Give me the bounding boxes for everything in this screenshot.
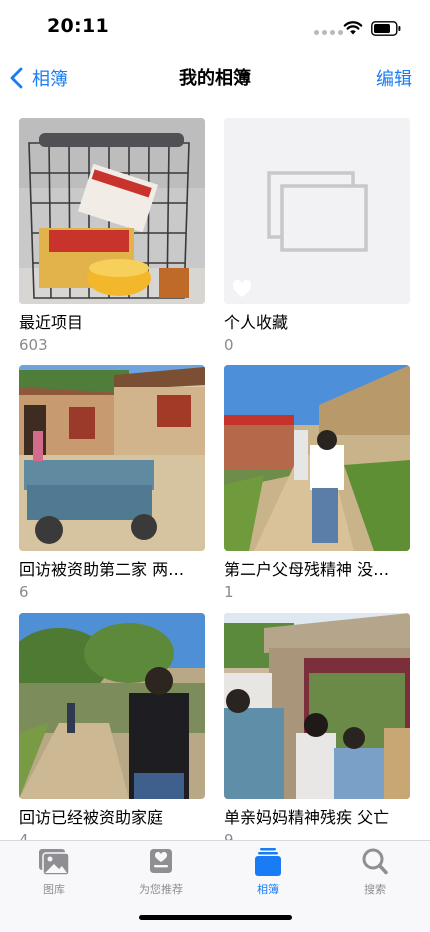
- heart-icon: [232, 280, 252, 298]
- album-count: 0: [224, 336, 234, 354]
- album-revisit-funded-families[interactable]: 回访已经被资助家庭 4: [19, 613, 205, 840]
- album-thumbnail: [19, 365, 205, 551]
- album-title: 最近项目: [19, 313, 84, 332]
- tab-label: 图库: [43, 883, 65, 896]
- tab-label: 搜索: [364, 883, 386, 896]
- tab-library[interactable]: 图库: [9, 847, 99, 897]
- tab-albums[interactable]: 相簿: [223, 847, 313, 897]
- album-revisit-second-family[interactable]: 回访被资助第二家 两… 6: [19, 365, 205, 601]
- edit-button[interactable]: 编辑: [376, 65, 412, 91]
- album-thumbnail: [224, 613, 410, 799]
- album-count: 4: [19, 831, 29, 840]
- shopping-cart-photo: [19, 118, 205, 304]
- album-thumbnail: [224, 118, 410, 304]
- album-title: 回访被资助第二家 两…: [19, 560, 185, 579]
- album-title: 单亲妈妈精神残疾 父亡: [224, 808, 390, 827]
- search-icon: [362, 848, 388, 875]
- tab-for-you[interactable]: 为您推荐: [116, 847, 206, 897]
- navigation-bar: 相簿 我的相簿 编辑: [0, 56, 430, 100]
- page-title: 我的相簿: [179, 68, 251, 89]
- album-second-household[interactable]: 第二户父母残精神 没… 1: [224, 365, 410, 601]
- album-title: 个人收藏: [224, 313, 289, 332]
- albums-icon: [255, 848, 281, 876]
- album-count: 9: [224, 831, 234, 840]
- album-recents[interactable]: 最近项目 603: [19, 118, 205, 354]
- battery-icon: [371, 21, 401, 36]
- tab-label: 为您推荐: [139, 883, 183, 896]
- album-thumbnail: [224, 365, 410, 551]
- wifi-icon: [343, 21, 363, 35]
- status-time: 20:11: [47, 15, 109, 37]
- album-count: 1: [224, 583, 234, 601]
- village-path-photo: [224, 365, 410, 551]
- album-thumbnail: [19, 613, 205, 799]
- courtyard-photo: [19, 365, 205, 551]
- rural-walk-photo: [19, 613, 205, 799]
- signal-icon: [314, 30, 343, 35]
- tab-label: 相簿: [257, 883, 279, 896]
- photo-library-icon: [39, 849, 70, 876]
- empty-album-placeholder: [224, 118, 410, 304]
- album-single-mother[interactable]: 单亲妈妈精神残疾 父亡 9: [224, 613, 410, 840]
- gate-visit-photo: [224, 613, 410, 799]
- album-title: 第二户父母残精神 没…: [224, 560, 390, 579]
- album-favorites[interactable]: 个人收藏 0: [224, 118, 410, 354]
- album-count: 6: [19, 583, 29, 601]
- for-you-icon: [150, 849, 172, 873]
- status-bar: 20:11: [0, 0, 430, 56]
- home-indicator[interactable]: [139, 915, 292, 920]
- album-thumbnail: [19, 118, 205, 304]
- album-count: 603: [19, 336, 48, 354]
- tab-search[interactable]: 搜索: [330, 847, 420, 897]
- album-grid: 最近项目 603 个人收藏 0 回访被资助第二家 两… 6 第二户父母残精神 没…: [0, 118, 430, 840]
- album-title: 回访已经被资助家庭: [19, 808, 164, 827]
